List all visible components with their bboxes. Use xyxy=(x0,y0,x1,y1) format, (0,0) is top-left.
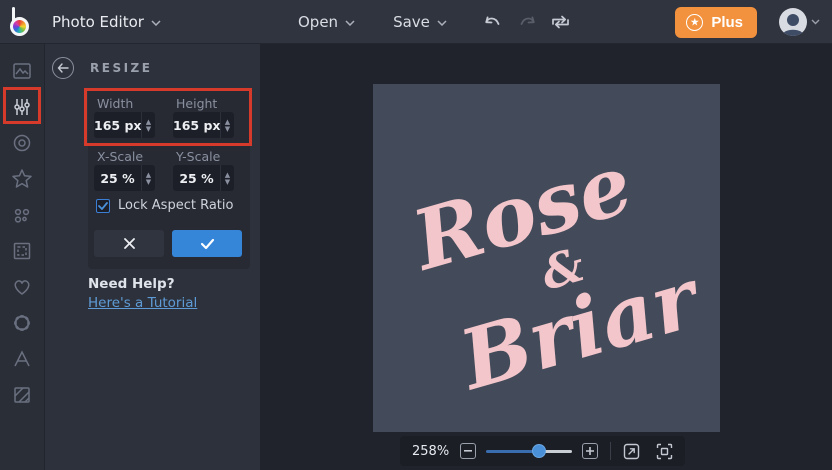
sidebar-item-edit image-icon[interactable] xyxy=(4,53,40,89)
resize-panel: RESIZE Width Height ▲ ▼ ▲ ▼ xyxy=(45,44,260,470)
photo-editor-app: Photo Editor Open Save xyxy=(0,0,832,470)
sidebar-item-adjust sliders-icon[interactable] xyxy=(4,89,40,125)
fit-to-screen-icon[interactable] xyxy=(656,443,673,460)
star-icon: ★ xyxy=(686,14,703,31)
cancel-button x-icon[interactable] xyxy=(94,230,164,257)
toolbar-divider xyxy=(610,442,611,460)
xscale-stepper[interactable]: ▲ ▼ xyxy=(141,165,155,191)
sidebar-item-graphics badge-icon[interactable] xyxy=(4,305,40,341)
redo-icon[interactable] xyxy=(517,14,537,30)
height-label: Height xyxy=(176,96,217,111)
chevron-down-icon xyxy=(151,20,161,26)
stepper-up-icon[interactable]: ▲ xyxy=(146,119,151,125)
lock-aspect-ratio-toggle[interactable]: Lock Aspect Ratio xyxy=(96,198,233,213)
undo-icon[interactable] xyxy=(483,14,503,30)
zoom-in-button plus-icon[interactable] xyxy=(582,443,598,459)
height-field: ▲ ▼ xyxy=(173,112,234,138)
height-input[interactable] xyxy=(173,112,220,138)
zoom-toolbar: 258% xyxy=(400,436,685,466)
sidebar-item-textures texture-icon[interactable] xyxy=(4,377,40,413)
sidebar-item-touchup eye-icon[interactable] xyxy=(4,125,40,161)
image-artboard[interactable]: Rose & Briar xyxy=(373,84,720,432)
user-menu[interactable] xyxy=(779,8,820,36)
stepper-down-icon[interactable]: ▼ xyxy=(146,126,151,132)
stepper-down-icon[interactable]: ▼ xyxy=(225,179,230,185)
yscale-input[interactable] xyxy=(173,165,220,191)
app-switcher-menu[interactable]: Photo Editor xyxy=(52,13,161,31)
account-group: ★ Plus xyxy=(675,0,820,44)
sidebar-item-text text-icon[interactable] xyxy=(4,341,40,377)
lock-aspect-ratio-label: Lock Aspect Ratio xyxy=(118,198,233,213)
history-group xyxy=(483,14,570,30)
avatar xyxy=(779,8,807,36)
chevron-down-icon xyxy=(811,19,820,25)
sidebar-item-effects star-icon[interactable] xyxy=(4,161,40,197)
height-stepper[interactable]: ▲ ▼ xyxy=(220,112,234,138)
xscale-label: X-Scale xyxy=(97,149,143,164)
width-label: Width xyxy=(97,96,133,111)
panel-title: RESIZE xyxy=(90,61,152,75)
plus-upgrade-button[interactable]: ★ Plus xyxy=(675,7,757,38)
save-label: Save xyxy=(393,13,430,31)
open-in-new-window-icon[interactable] xyxy=(623,443,640,460)
save-menu[interactable]: Save xyxy=(393,13,447,31)
yscale-stepper[interactable]: ▲ ▼ xyxy=(220,165,234,191)
zoom-slider[interactable] xyxy=(486,444,573,458)
sidebar-item-artsy circles-icon[interactable] xyxy=(4,197,40,233)
yscale-field: ▲ ▼ xyxy=(173,165,234,191)
stepper-up-icon[interactable]: ▲ xyxy=(225,172,230,178)
yscale-label: Y-Scale xyxy=(176,149,220,164)
app-switcher-label: Photo Editor xyxy=(52,13,144,31)
checkbox-checked-icon[interactable] xyxy=(96,199,110,213)
plus-label: Plus xyxy=(711,14,743,31)
zoom-out-button minus-icon[interactable] xyxy=(460,443,476,459)
befunky-logo-icon[interactable] xyxy=(9,7,35,37)
zoom-level: 258% xyxy=(412,444,450,459)
file-actions-group: Open Save xyxy=(298,0,570,44)
back-button arrow-left-icon[interactable] xyxy=(52,57,74,79)
stepper-up-icon[interactable]: ▲ xyxy=(146,172,151,178)
resize-controls-card: Width Height ▲ ▼ ▲ ▼ X-Scale xyxy=(88,88,250,269)
width-field: ▲ ▼ xyxy=(94,112,155,138)
width-stepper[interactable]: ▲ ▼ xyxy=(141,112,155,138)
top-bar: Photo Editor Open Save xyxy=(0,0,832,44)
stepper-down-icon[interactable]: ▼ xyxy=(146,179,151,185)
xscale-field: ▲ ▼ xyxy=(94,165,155,191)
zoom-slider-handle[interactable] xyxy=(532,444,546,458)
need-help-heading: Need Help? xyxy=(88,276,175,292)
open-label: Open xyxy=(298,13,338,31)
apply-button check-icon[interactable] xyxy=(172,230,242,257)
tutorial-link[interactable]: Here's a Tutorial xyxy=(88,295,197,311)
stepper-down-icon[interactable]: ▼ xyxy=(225,126,230,132)
canvas-area[interactable]: Rose & Briar 258% xyxy=(260,44,832,470)
xscale-input[interactable] xyxy=(94,165,141,191)
chevron-down-icon xyxy=(437,20,447,26)
sidebar-item-frames frame-icon[interactable] xyxy=(4,233,40,269)
reset-swap-icon[interactable] xyxy=(551,14,570,30)
chevron-down-icon xyxy=(345,20,355,26)
sidebar-item-overlays heart-icon[interactable] xyxy=(4,269,40,305)
stepper-up-icon[interactable]: ▲ xyxy=(225,119,230,125)
tools-sidebar xyxy=(0,44,45,470)
width-input[interactable] xyxy=(94,112,141,138)
open-menu[interactable]: Open xyxy=(298,13,355,31)
